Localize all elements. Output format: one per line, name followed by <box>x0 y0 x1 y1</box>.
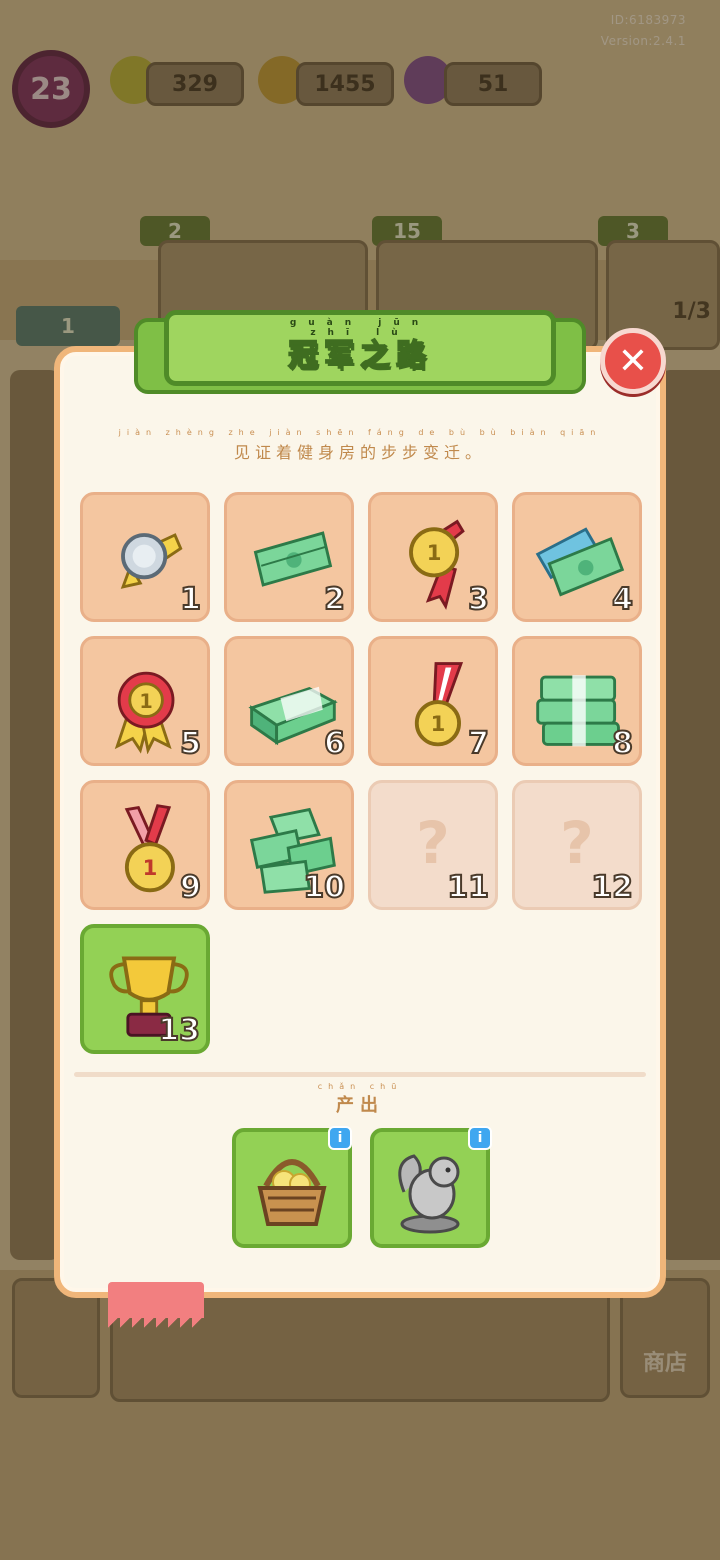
collection-item-number: 4 <box>611 581 634 618</box>
section-divider <box>74 1072 646 1077</box>
collection-item-number: 5 <box>179 725 202 762</box>
unknown-icon: ? <box>560 809 594 877</box>
collection-item-5[interactable]: 15 <box>80 636 210 766</box>
collection-item-8[interactable]: 8 <box>512 636 642 766</box>
output-label: 产出 <box>336 1095 384 1116</box>
modal-title-block: guàn jūn zhī lù 冠军之路 <box>287 318 432 374</box>
collection-item-11[interactable]: ? 11 <box>368 780 498 910</box>
collection-item-9[interactable]: 19 <box>80 780 210 910</box>
info-icon[interactable]: i <box>468 1126 492 1150</box>
collection-item-13[interactable]: 13 <box>80 924 210 1054</box>
collection-item-number: 2 <box>323 581 346 618</box>
collection-item-number: 10 <box>302 869 346 906</box>
collection-item-6[interactable]: 6 <box>224 636 354 766</box>
unknown-icon: ? <box>416 809 450 877</box>
collection-item-1[interactable]: 1 <box>80 492 210 622</box>
collection-item-number: 9 <box>179 869 202 906</box>
collection-item-number: 12 <box>590 869 634 906</box>
collection-item-number: 3 <box>467 581 490 618</box>
collection-item-10[interactable]: 10 <box>224 780 354 910</box>
collection-item-7[interactable]: 17 <box>368 636 498 766</box>
collection-item-2[interactable]: 2 <box>224 492 354 622</box>
output-label-pinyin: chǎn chū <box>317 1082 403 1091</box>
output-label-block: chǎn chū 产出 <box>0 1082 720 1117</box>
svg-text:1: 1 <box>143 855 158 880</box>
collection-item-4[interactable]: 4 <box>512 492 642 622</box>
svg-text:1: 1 <box>139 690 152 713</box>
modal-subtitle-pinyin: jiàn zhèng zhe jiàn shēn fáng de bù bù b… <box>118 428 602 437</box>
collection-item-number: 11 <box>446 869 490 906</box>
collection-item-number: 1 <box>179 581 202 618</box>
modal-subtitle-block: jiàn zhèng zhe jiàn shēn fáng de bù bù b… <box>0 428 720 463</box>
svg-text:1: 1 <box>427 540 442 565</box>
close-button[interactable]: ✕ <box>600 328 666 394</box>
squirrel-statue-icon <box>398 1154 460 1234</box>
collection-item-3[interactable]: 13 <box>368 492 498 622</box>
collection-item-number: 8 <box>611 725 634 762</box>
info-icon[interactable]: i <box>328 1126 352 1150</box>
title-ribbon: guàn jūn zhī lù 冠军之路 <box>164 310 556 386</box>
collection-item-number: 7 <box>467 725 490 762</box>
collection-item-number: 13 <box>157 1012 201 1049</box>
modal-title-pinyin: guàn jūn zhī lù <box>289 318 431 338</box>
svg-text:1: 1 <box>431 711 446 736</box>
modal-bookmark-tab <box>108 1282 204 1328</box>
collection-item-number: 6 <box>323 725 346 762</box>
modal-subtitle: 见证着健身房的步步变迁。 <box>233 443 486 462</box>
collection-item-12[interactable]: ? 12 <box>512 780 642 910</box>
close-icon: ✕ <box>617 340 649 382</box>
